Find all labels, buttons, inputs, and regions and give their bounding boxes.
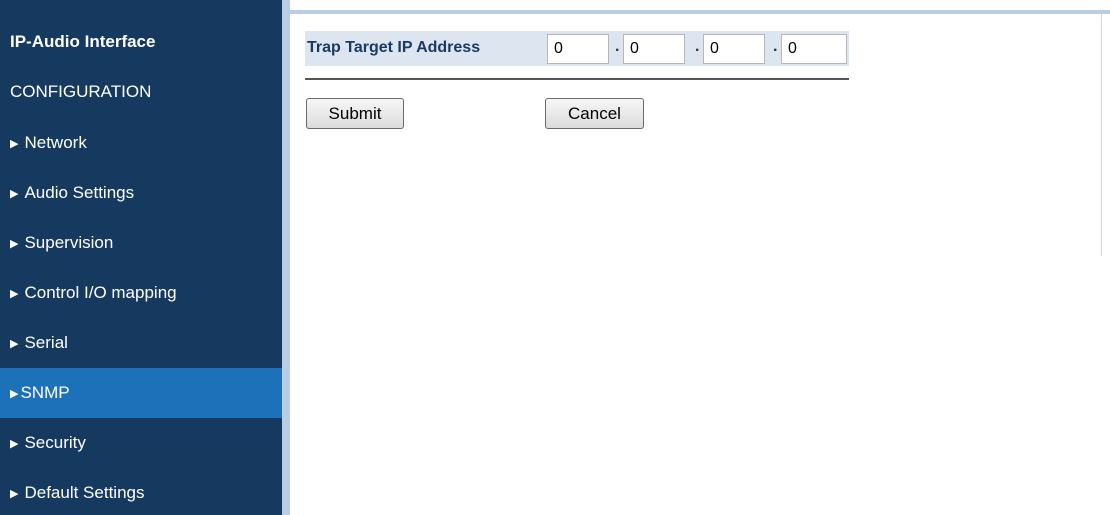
sidebar-item-security[interactable]: ▶ Security	[0, 418, 282, 468]
triangle-right-icon: ▶	[10, 488, 19, 500]
sidebar-item-network[interactable]: ▶ Network	[0, 118, 282, 168]
ip-separator: .	[773, 38, 778, 55]
sidebar-border	[282, 0, 290, 515]
sidebar-item-label: Audio Settings	[24, 183, 135, 202]
sidebar-item-serial[interactable]: ▶ Serial	[0, 318, 282, 368]
ip-separator: .	[615, 38, 620, 55]
trap-target-label: Trap Target IP Address	[307, 39, 481, 56]
sidebar-item-label: Control I/O mapping	[24, 283, 177, 302]
submit-button[interactable]: Submit	[306, 98, 404, 129]
app-title: IP-Audio Interface	[10, 32, 156, 51]
sidebar-item-label: SNMP	[20, 383, 70, 402]
cancel-button[interactable]: Cancel	[545, 98, 644, 129]
triangle-right-icon: ▶	[10, 288, 19, 300]
right-border	[1101, 14, 1102, 256]
ip-octet-3-input[interactable]	[703, 34, 765, 64]
triangle-right-icon: ▶	[10, 238, 19, 250]
ip-octet-4-input[interactable]	[781, 34, 847, 64]
ip-octet-2-input[interactable]	[623, 34, 685, 64]
sidebar-item-control-io-mapping[interactable]: ▶ Control I/O mapping	[0, 268, 282, 318]
section-heading: CONFIGURATION	[10, 82, 152, 101]
sidebar-item-audio-settings[interactable]: ▶ Audio Settings	[0, 168, 282, 218]
ip-separator: .	[695, 38, 700, 55]
sidebar-item-default-settings[interactable]: ▶ Default Settings	[0, 468, 282, 515]
ip-octet-1-input[interactable]	[547, 34, 609, 64]
sidebar: IP-Audio Interface CONFIGURATION ▶ Networ…	[0, 0, 282, 515]
triangle-right-icon: ▶	[10, 138, 19, 150]
triangle-right-icon: ▶	[10, 188, 19, 200]
sidebar-item-snmp[interactable]: ▶ SNMP	[0, 368, 282, 418]
sidebar-item-label: Serial	[24, 333, 68, 352]
triangle-right-icon: ▶	[10, 388, 19, 400]
top-border	[290, 10, 1110, 14]
sidebar-item-supervision[interactable]: ▶ Supervision	[0, 218, 282, 268]
sidebar-item-label: Default Settings	[24, 483, 145, 502]
sidebar-item-label: Security	[24, 433, 86, 452]
trap-target-row: Trap Target IP Address . . .	[305, 31, 849, 66]
sidebar-item-label: Network	[24, 133, 87, 152]
page: IP-Audio Interface CONFIGURATION ▶ Networ…	[0, 0, 1110, 515]
form-divider	[305, 78, 849, 80]
triangle-right-icon: ▶	[10, 438, 19, 450]
triangle-right-icon: ▶	[10, 338, 19, 350]
sidebar-item-label: Supervision	[24, 233, 114, 252]
